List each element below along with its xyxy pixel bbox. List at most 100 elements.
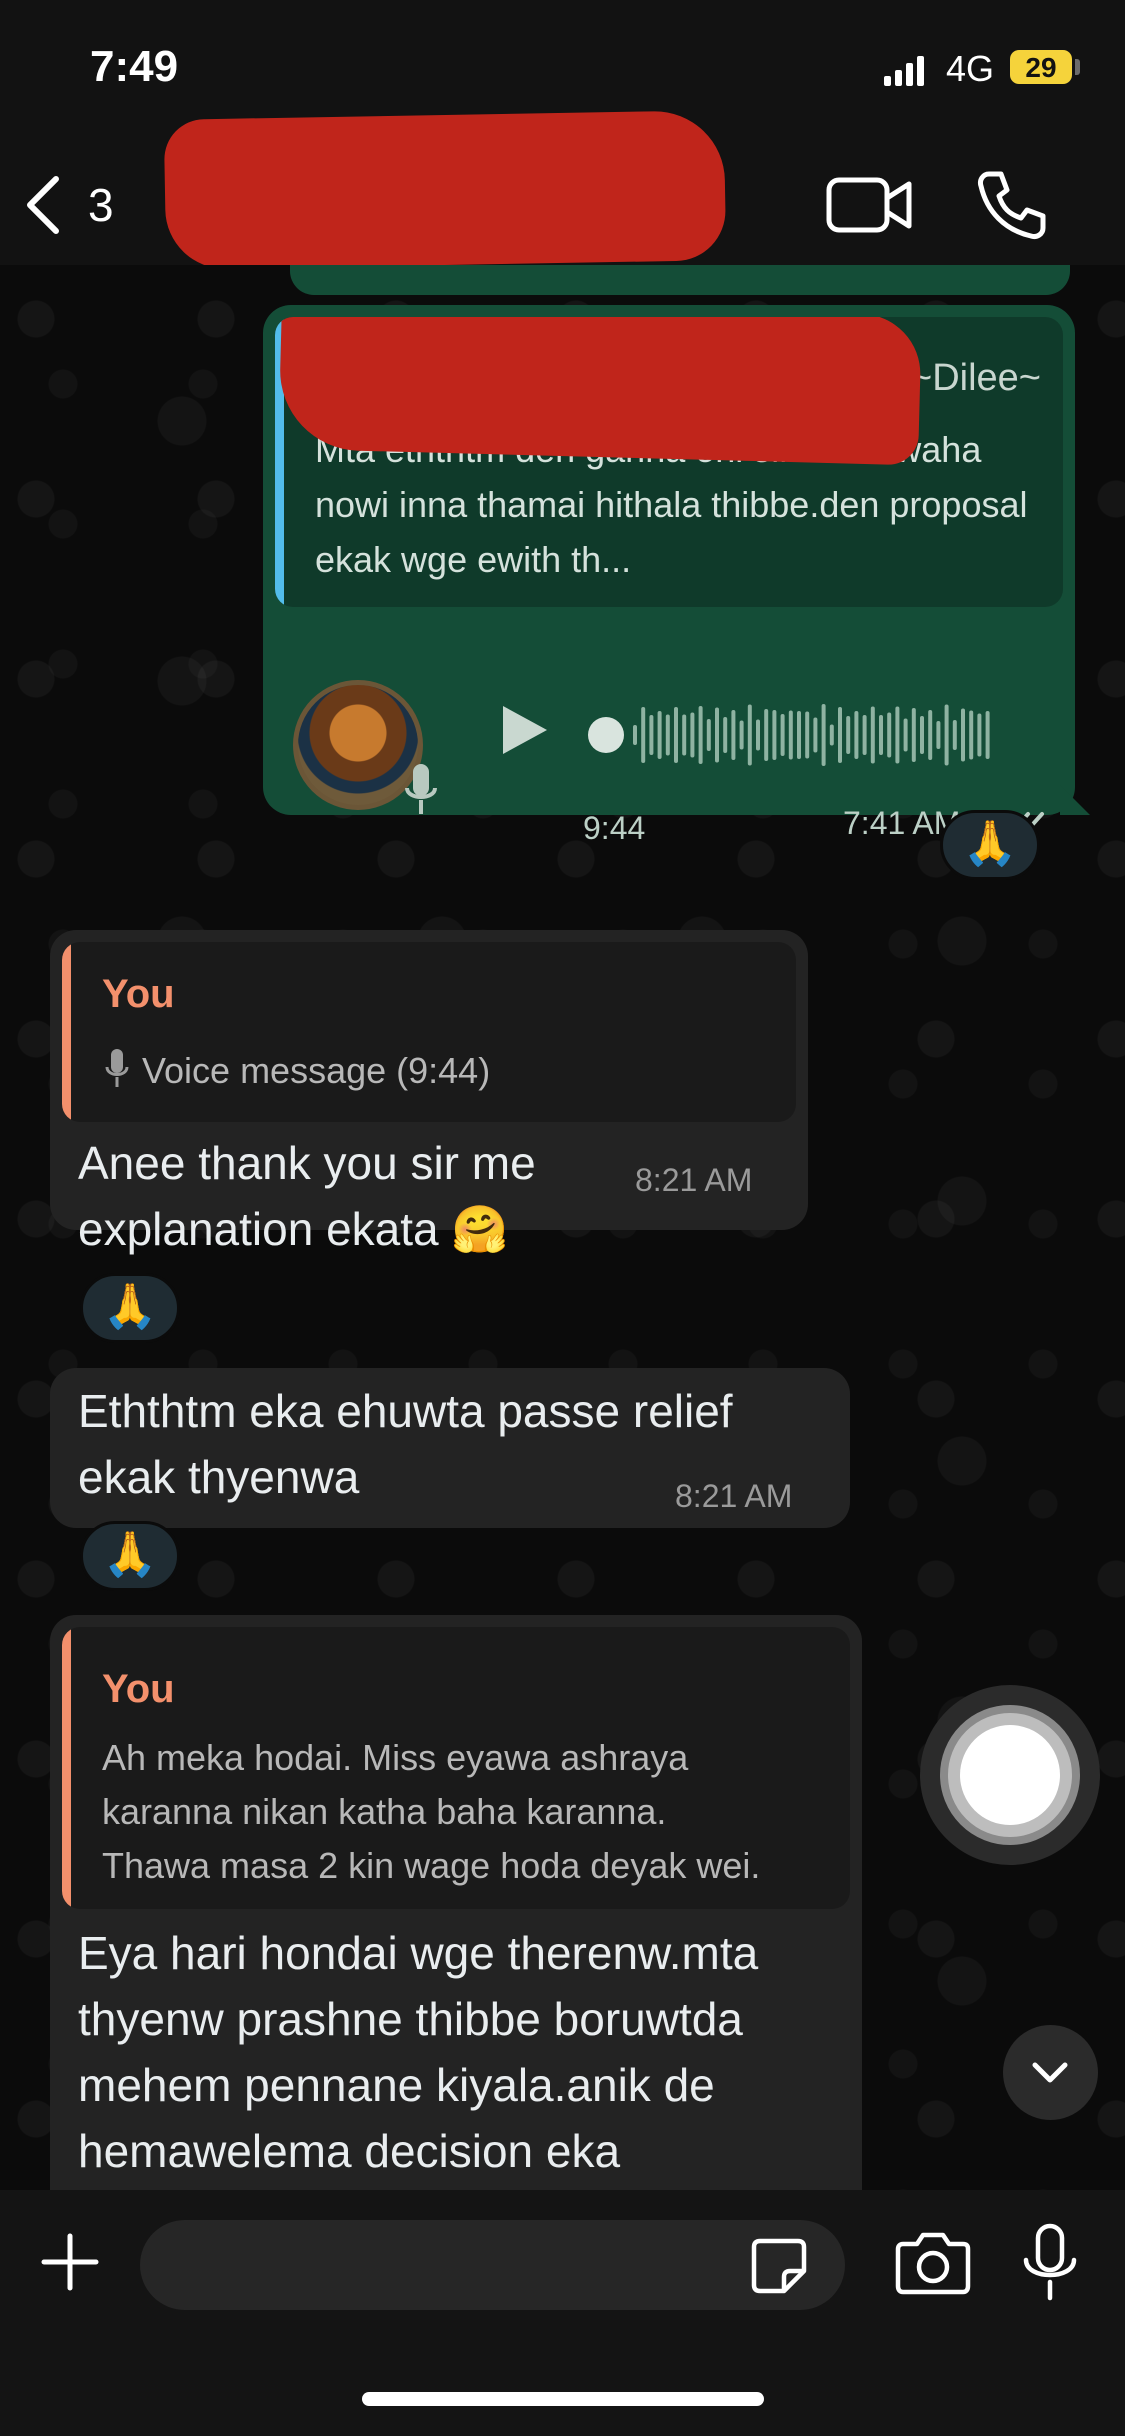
quote-text-line: karanna nikan katha baha karanna. — [102, 1791, 667, 1832]
quoted-message[interactable]: You Ah meka hodai. Miss eyawa ashraya ka… — [62, 1627, 850, 1909]
reaction-badge[interactable]: 🙏 — [940, 810, 1040, 880]
waveform-bar — [780, 714, 785, 756]
outgoing-voice-message[interactable]: ~Dilee~ Mta eththtm den ganna oni sir mn… — [263, 305, 1075, 846]
waveform-bar — [657, 711, 662, 759]
waveform-bar — [879, 715, 883, 755]
incoming-message[interactable]: You Ah meka hodai. Miss eyawa ashraya ka… — [50, 1615, 862, 2190]
signal-icon — [884, 56, 926, 86]
waveform-bar — [633, 725, 637, 745]
reaction-badge[interactable]: 🙏 — [80, 1521, 180, 1591]
plus-icon[interactable] — [40, 2232, 100, 2292]
waveform-bar — [731, 710, 736, 760]
waveform-bar — [952, 720, 957, 750]
waveform-bar — [805, 711, 810, 759]
phone-icon — [978, 171, 1046, 239]
message-input-bar — [0, 2190, 1125, 2436]
message-text-line: thyenw prashne thibbe boruwtda — [78, 1993, 743, 2045]
waveform-bar — [674, 707, 678, 763]
battery-level: 29 — [1025, 52, 1057, 83]
waveform-bar — [920, 716, 924, 754]
waveform-bar — [969, 710, 974, 760]
quote-text: Voice message (9:44) — [142, 1050, 491, 1091]
unread-count: 3 — [88, 179, 114, 231]
capture-core — [960, 1725, 1060, 1825]
waveform-bar — [641, 707, 646, 763]
message-text-line: explanation ekata 🤗 — [78, 1203, 509, 1255]
floating-capture-button[interactable] — [920, 1685, 1100, 1865]
message-time: 8:21 AM — [675, 1478, 793, 1514]
quoted-message[interactable]: You Voice message (9:44) — [62, 942, 796, 1122]
microphone-icon — [105, 1049, 129, 1087]
capture-ring — [940, 1705, 1080, 1845]
incoming-message[interactable]: You Voice message (9:44) Anee thank you … — [50, 930, 808, 1255]
waveform-bar — [747, 704, 752, 766]
waveform-bar — [903, 718, 908, 752]
home-indicator — [362, 2392, 764, 2406]
quote-sender: You — [102, 972, 175, 1016]
chevron-down-icon — [1032, 2062, 1068, 2083]
message-text-line: hemawelema decision eka — [78, 2125, 621, 2177]
message-input[interactable] — [140, 2220, 845, 2310]
camera-icon[interactable] — [895, 2230, 971, 2296]
quote-sender: You — [102, 1667, 175, 1711]
scroll-to-bottom-button[interactable] — [1003, 2025, 1098, 2120]
network-type: 4G — [946, 48, 995, 89]
message-text-line: Eththtm eka ehuwta passe relief — [78, 1385, 733, 1437]
waveform-bar — [764, 709, 769, 761]
chat-area[interactable]: ~Dilee~ Mta eththtm den ganna oni sir mn… — [0, 265, 1125, 2190]
incoming-message[interactable]: Eththtm eka ehuwta passe relief ekak thy… — [50, 1368, 850, 1528]
waveform-bar — [895, 706, 900, 764]
waveform-bar — [665, 714, 670, 756]
quote-text-line: Thawa masa 2 kin wage hoda deyak wei. — [102, 1845, 761, 1886]
sticker-icon[interactable] — [750, 2237, 808, 2295]
quote-author: ~Dilee~ — [910, 357, 1041, 399]
chat-header: 3 — [0, 110, 1125, 270]
reaction-badge[interactable]: 🙏 — [80, 1273, 180, 1343]
waveform-bar — [723, 717, 728, 753]
microphone-icon[interactable] — [1020, 2222, 1080, 2302]
waveform-bar — [821, 704, 826, 766]
message-time: 8:21 AM — [635, 1162, 753, 1198]
waveform-bar — [936, 721, 941, 749]
waveform-bar — [698, 706, 703, 764]
redacted-contact-name — [163, 110, 727, 270]
bubble-tail — [1060, 785, 1090, 815]
play-icon[interactable] — [493, 700, 553, 760]
message-text-line: Eya hari hondai wge therenw.mta — [78, 1927, 759, 1979]
waveform-bar — [838, 707, 842, 763]
waveform-bar — [977, 713, 982, 757]
waveform-bar — [797, 711, 801, 759]
voice-duration: 9:44 — [583, 810, 646, 846]
battery-tip — [1075, 59, 1080, 75]
waveform-bar — [961, 708, 965, 762]
waveform-bar — [887, 712, 892, 758]
waveform-bar — [715, 707, 719, 763]
playback-position-dot[interactable] — [588, 717, 624, 753]
chevron-left-icon — [27, 176, 59, 234]
waveform-bar — [985, 711, 990, 759]
waveform-bar — [682, 714, 687, 756]
voice-call-button[interactable] — [975, 168, 1049, 242]
battery-icon: 29 — [1010, 50, 1072, 84]
back-button[interactable]: 3 — [20, 170, 140, 240]
message-text-line: mehem pennane kiyala.anik de — [78, 2059, 715, 2111]
video-call-button[interactable] — [825, 170, 915, 240]
previous-message-bubble — [290, 265, 1070, 295]
waveform-bar — [690, 712, 695, 758]
quoted-message[interactable]: ~Dilee~ Mta eththtm den ganna oni sir mn… — [275, 317, 1063, 607]
waveform-bar — [739, 720, 744, 750]
message-text-line: ekak thyenwa — [78, 1451, 360, 1503]
status-time: 7:49 — [90, 42, 179, 91]
audio-waveform[interactable] — [593, 695, 993, 775]
waveform-bar — [649, 715, 654, 755]
quote-bar — [62, 942, 71, 1122]
waveform-bar — [788, 710, 793, 760]
waveform-bar — [772, 710, 777, 760]
quote-bar — [62, 1627, 71, 1909]
video-camera-icon — [826, 177, 912, 233]
waveform-bar — [862, 715, 867, 755]
waveform-bar — [870, 706, 875, 764]
waveform-bar — [854, 711, 859, 759]
waveform-bar — [911, 708, 916, 762]
waveform-bar — [813, 717, 818, 753]
